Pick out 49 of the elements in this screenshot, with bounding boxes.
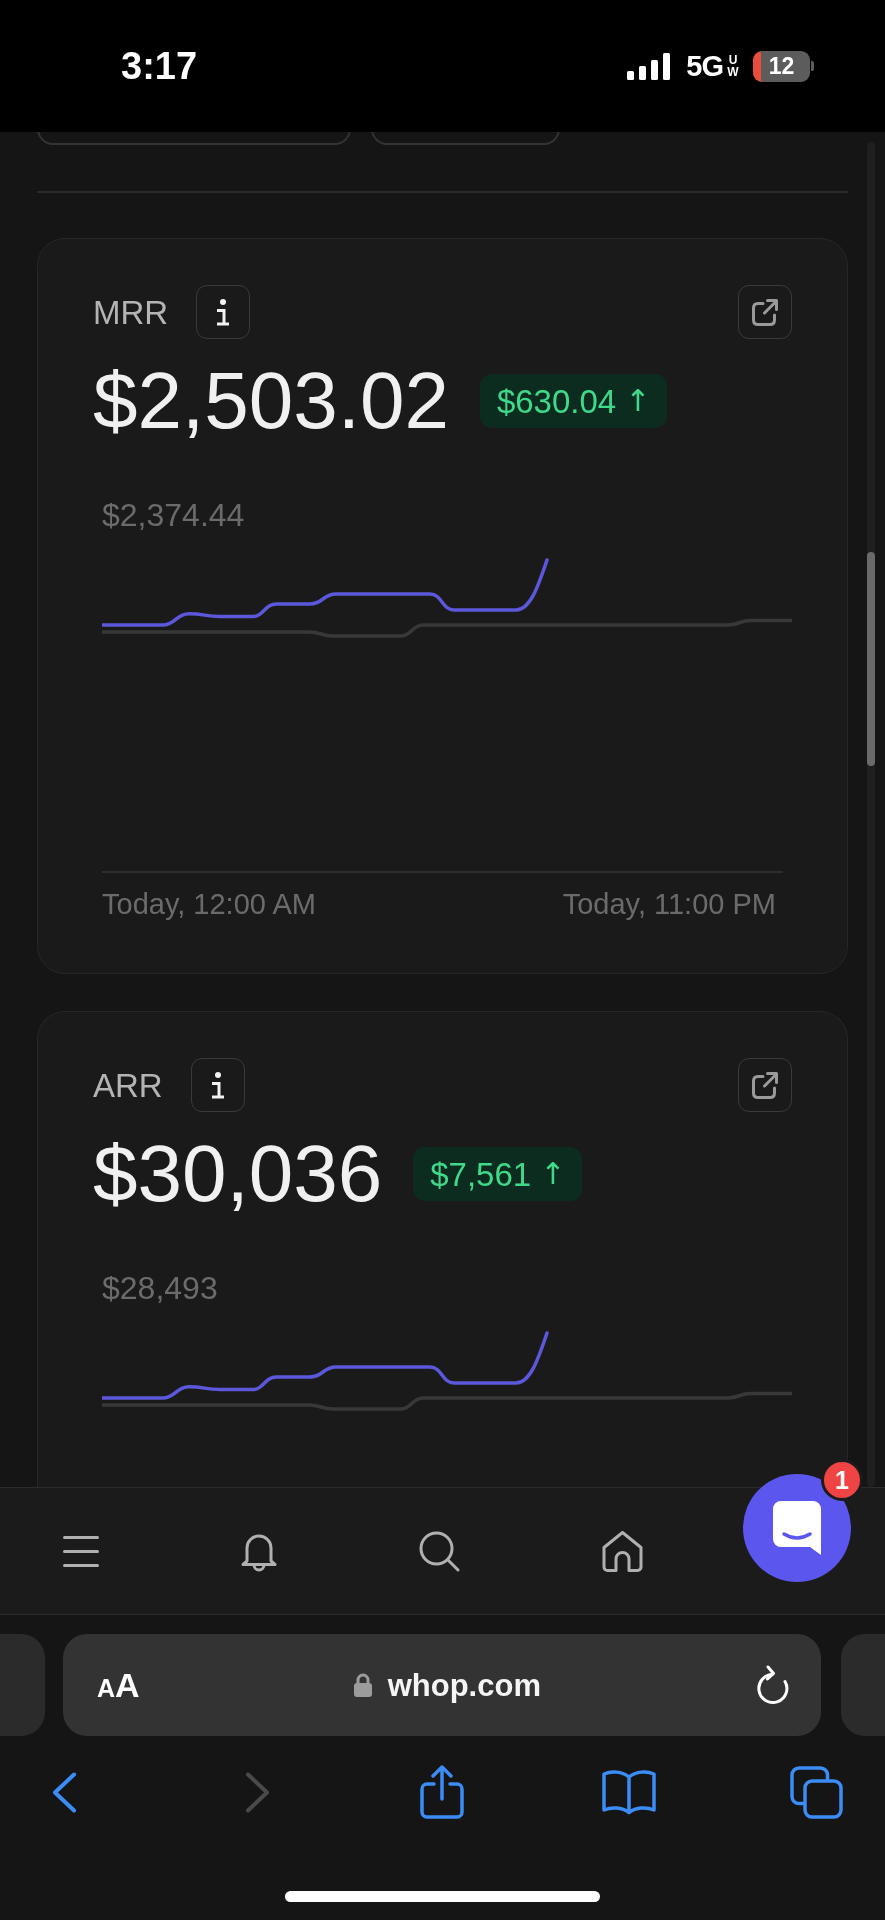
menu-icon <box>63 1535 99 1567</box>
address-bar[interactable]: AA whop.com <box>63 1634 821 1736</box>
network-band-label: UW <box>727 54 739 78</box>
status-time: 3:17 <box>121 47 198 85</box>
external-link-icon <box>752 1071 778 1099</box>
metric-value: $30,036 <box>93 1134 383 1214</box>
home-button[interactable] <box>602 1530 643 1572</box>
open-external-button[interactable] <box>738 285 792 339</box>
chevron-right-icon <box>245 1771 270 1813</box>
menu-button[interactable] <box>63 1535 99 1567</box>
share-button[interactable] <box>420 1765 464 1819</box>
metric-label: ARR <box>93 1068 163 1102</box>
change-amount: $630.04 <box>496 384 617 418</box>
search-icon <box>419 1530 460 1572</box>
reload-button[interactable] <box>755 1664 790 1706</box>
chart-reference-label: $2,374.44 <box>102 499 245 531</box>
chevron-left-icon <box>52 1771 77 1813</box>
share-icon <box>420 1765 464 1819</box>
metric-label: MRR <box>93 295 169 329</box>
up-arrow: ↑ <box>625 386 651 416</box>
network-type: 5G <box>686 51 723 81</box>
back-button[interactable] <box>52 1771 77 1813</box>
metric-value: $2,503.02 <box>93 361 449 441</box>
open-external-button[interactable] <box>738 1058 792 1112</box>
open-book-icon <box>602 1769 656 1815</box>
home-icon <box>602 1530 643 1572</box>
tabs-button[interactable] <box>790 1765 843 1819</box>
chat-bubble-icon <box>773 1501 821 1555</box>
battery-terminal <box>811 61 814 71</box>
external-link-icon <box>752 298 778 326</box>
url-text: whop.com <box>387 1669 541 1701</box>
axis-label: Today, 12:00 AM <box>102 890 316 919</box>
info-button[interactable] <box>196 285 251 339</box>
chart-reference-label: $28,493 <box>102 1272 218 1304</box>
up-arrow: ↑ <box>540 1159 566 1189</box>
search-button[interactable] <box>419 1530 460 1572</box>
signal-icon <box>627 52 671 80</box>
tabs-icon <box>790 1765 843 1819</box>
page-format-button[interactable]: AA <box>97 1668 140 1702</box>
scrollbar-thumb[interactable] <box>867 552 875 766</box>
change-amount: $7,561 <box>430 1157 532 1191</box>
battery-indicator: 12 <box>753 50 810 82</box>
info-icon <box>210 1071 225 1099</box>
axis-label: Today, 11:00 PM <box>562 890 776 919</box>
reload-icon <box>755 1664 790 1706</box>
info-button[interactable] <box>190 1058 245 1112</box>
scrollbar[interactable] <box>867 142 875 1487</box>
bookmarks-button[interactable] <box>602 1769 656 1815</box>
info-icon <box>216 298 231 326</box>
